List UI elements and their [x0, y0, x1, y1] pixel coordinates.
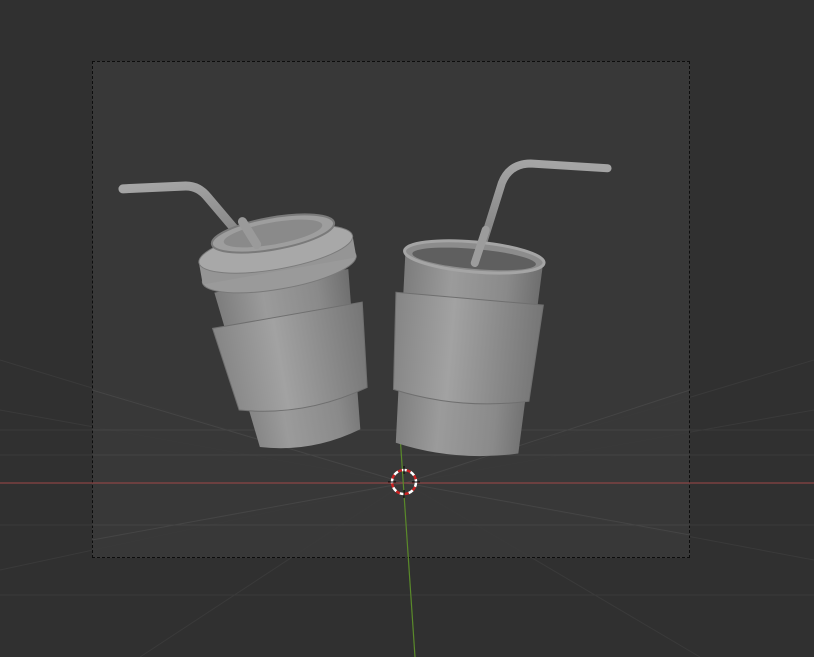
scene-render	[0, 151, 814, 657]
3d-viewport[interactable]	[0, 0, 814, 657]
y-axis-line	[398, 419, 416, 657]
cup-with-straw[interactable]	[382, 151, 612, 466]
grid-inside-frame	[91, 389, 691, 541]
coffee-cup-with-lid[interactable]	[118, 151, 387, 470]
3d-cursor-icon[interactable]	[388, 466, 420, 498]
